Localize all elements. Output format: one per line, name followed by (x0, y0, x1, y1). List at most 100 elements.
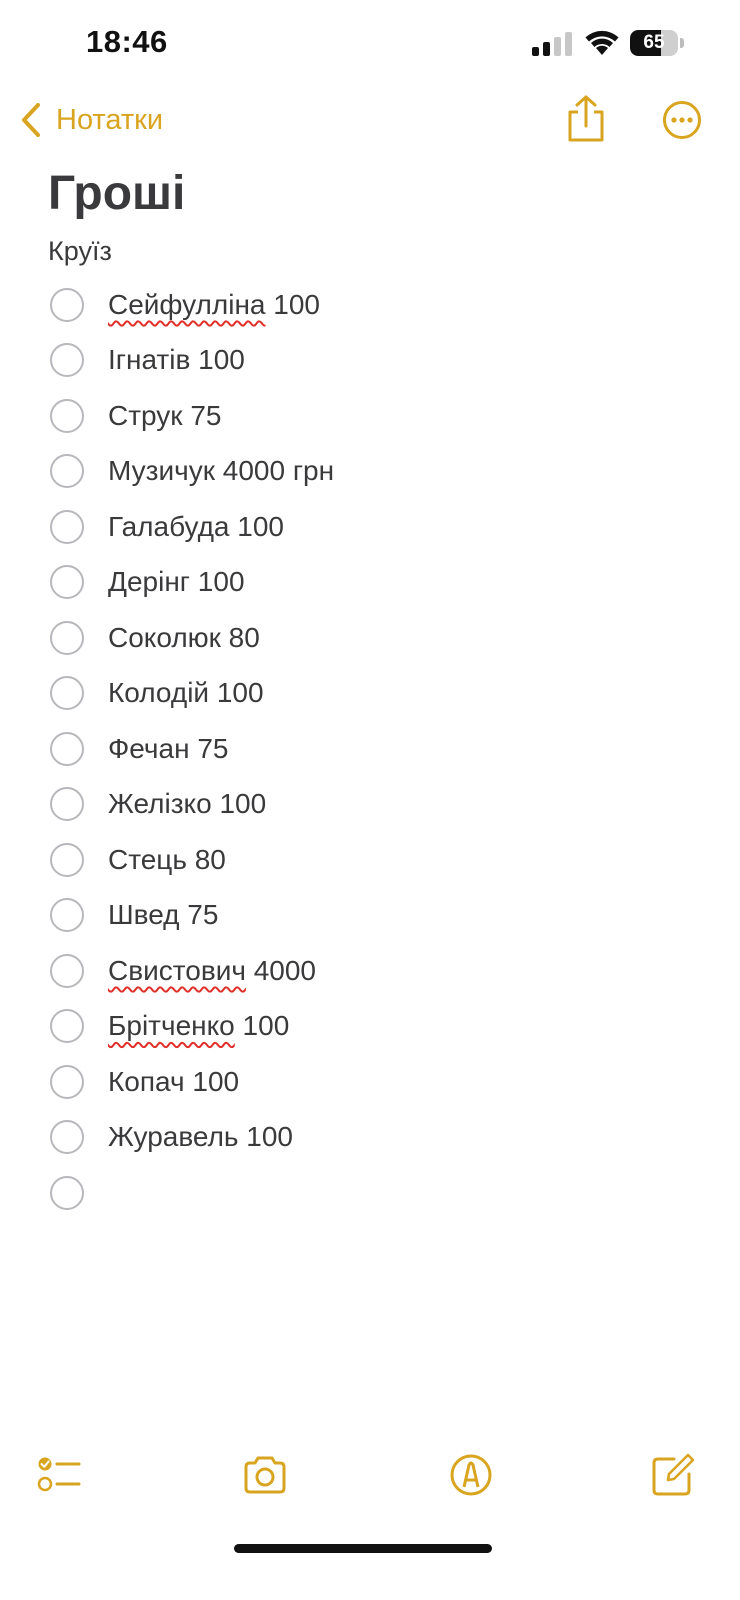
item-name: Струк (108, 399, 183, 431)
checkbox-circle-icon[interactable] (50, 842, 84, 877)
checkbox-circle-icon[interactable] (50, 454, 84, 489)
markup-pen-icon[interactable] (448, 1452, 494, 1498)
battery-body: 65 (630, 30, 678, 56)
checklist-item-text[interactable]: Струк 75 (108, 400, 222, 432)
checklist-item-text[interactable]: Колодій 100 (108, 677, 264, 709)
status-time: 18:46 (86, 24, 168, 59)
checklist-item[interactable]: Журавель 100 (48, 1110, 708, 1166)
item-amount: 100 (209, 677, 264, 709)
checkbox-circle-icon[interactable] (50, 898, 84, 933)
checkbox-circle-icon[interactable] (50, 565, 84, 600)
checklist-icon[interactable] (36, 1452, 82, 1498)
checklist-item[interactable]: Дерінг 100 (48, 555, 708, 611)
item-name: Ігнатів (108, 344, 191, 376)
checkbox-circle-icon[interactable] (50, 509, 84, 544)
item-amount: 80 (220, 621, 260, 653)
checklist: Сейфулліна 100 Ігнатів 100 Струк 75 Музичук… (48, 277, 708, 1221)
cellular-signal-icon (532, 32, 572, 56)
back-button-label: Нотатки (56, 103, 164, 136)
item-name: Стець (108, 843, 187, 875)
item-name: Сейфулліна (108, 288, 266, 320)
item-amount: 100 (184, 1065, 240, 1097)
checkbox-circle-icon[interactable] (50, 953, 84, 988)
checklist-item[interactable]: Копач 100 (48, 1054, 708, 1110)
checklist-item[interactable]: Фечан 75 (48, 721, 708, 777)
item-name: Соколюк (108, 621, 221, 653)
checklist-item-text[interactable]: Швед 75 (108, 899, 218, 931)
status-bar: 18:46 65 (0, 0, 740, 88)
checklist-item[interactable]: Галабуда 100 (48, 499, 708, 555)
checklist-item-text[interactable]: Желізко 100 (108, 788, 266, 820)
chevron-left-icon (22, 103, 40, 137)
item-amount: 100 (238, 1121, 293, 1153)
item-name: Желізко (108, 788, 212, 820)
item-name: Швед (108, 899, 180, 931)
checklist-item[interactable]: Брітченко 100 (48, 999, 708, 1055)
checklist-item-text[interactable]: Журавель 100 (108, 1121, 293, 1153)
item-amount: 4000 грн (214, 455, 335, 487)
compose-icon[interactable] (650, 1452, 696, 1498)
checklist-item-text[interactable]: Сейфулліна 100 (108, 289, 320, 321)
checkbox-circle-icon[interactable] (50, 620, 84, 655)
item-name: Брітченко (108, 1010, 235, 1042)
item-amount: 75 (182, 399, 222, 431)
checklist-item[interactable]: Струк 75 (48, 388, 708, 444)
home-indicator[interactable] (234, 1544, 492, 1553)
checkbox-circle-icon[interactable] (50, 787, 84, 822)
checkbox-circle-icon[interactable] (50, 1064, 84, 1099)
item-name: Колодій (108, 677, 210, 709)
battery-level-text: 65 (643, 32, 665, 53)
item-amount: 100 (229, 510, 284, 542)
item-amount: 75 (189, 732, 229, 764)
checklist-item[interactable]: Желізко 100 (48, 777, 708, 833)
checklist-item[interactable]: Сейфулліна 100 (48, 277, 708, 333)
note-subtitle[interactable]: Круїз (48, 236, 112, 267)
item-amount: 100 (234, 1010, 290, 1042)
checkbox-circle-icon[interactable] (50, 398, 84, 433)
checklist-item-text[interactable]: Свистович 4000 (108, 955, 316, 987)
wifi-icon (585, 30, 619, 55)
checkbox-circle-icon[interactable] (50, 287, 84, 322)
item-amount: 75 (179, 899, 219, 931)
battery-indicator: 65 (630, 30, 686, 56)
checklist-item[interactable] (48, 1165, 708, 1221)
checkbox-circle-icon[interactable] (50, 731, 84, 766)
item-name: Журавель (108, 1121, 239, 1153)
checklist-item[interactable]: Соколюк 80 (48, 610, 708, 666)
checkbox-circle-icon[interactable] (50, 1175, 84, 1210)
checklist-item-text[interactable]: Соколюк 80 (108, 622, 260, 654)
checklist-item-text[interactable]: Брітченко 100 (108, 1010, 289, 1042)
share-icon[interactable] (564, 94, 608, 144)
checklist-item[interactable]: Свистович 4000 (48, 943, 708, 999)
item-name: Копач (108, 1065, 185, 1097)
note-title[interactable]: Гроші (48, 166, 185, 221)
item-amount: 100 (211, 788, 267, 820)
checklist-item[interactable]: Стець 80 (48, 832, 708, 888)
checklist-item-text[interactable]: Ігнатів 100 (108, 344, 245, 376)
item-amount: 100 (265, 288, 320, 320)
item-name: Музичук (108, 455, 215, 487)
checklist-item[interactable]: Ігнатів 100 (48, 333, 708, 389)
item-amount: 100 (190, 566, 245, 598)
back-button[interactable]: Нотатки (20, 96, 163, 144)
checklist-item[interactable]: Музичук 4000 грн (48, 444, 708, 500)
checkbox-circle-icon[interactable] (50, 343, 84, 378)
checklist-item-text[interactable]: Копач 100 (108, 1066, 239, 1098)
camera-icon[interactable] (242, 1452, 288, 1498)
checklist-item-text[interactable]: Дерінг 100 (108, 566, 245, 598)
checkbox-circle-icon[interactable] (50, 1009, 84, 1044)
item-amount: 100 (190, 344, 245, 376)
item-amount: 80 (186, 843, 226, 875)
checklist-item-text[interactable]: Галабуда 100 (108, 511, 284, 543)
checkbox-circle-icon[interactable] (50, 1120, 84, 1155)
checklist-item-text[interactable]: Фечан 75 (108, 733, 229, 765)
checklist-item-text[interactable]: Музичук 4000 грн (108, 455, 334, 487)
item-name: Дерінг (108, 566, 191, 598)
checklist-item-text[interactable]: Стець 80 (108, 844, 226, 876)
ellipsis-circle-icon[interactable] (662, 100, 702, 140)
checkbox-circle-icon[interactable] (50, 676, 84, 711)
checklist-item[interactable]: Швед 75 (48, 888, 708, 944)
item-name: Галабуда (108, 510, 230, 542)
checklist-item[interactable]: Колодій 100 (48, 666, 708, 722)
battery-tip (680, 38, 684, 48)
